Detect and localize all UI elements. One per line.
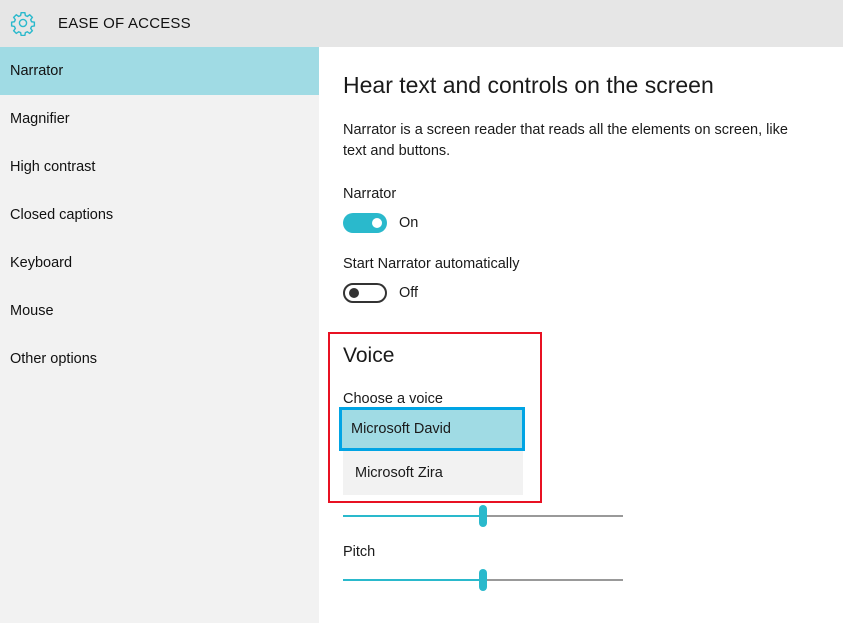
slider-track-rest: [483, 515, 623, 517]
voice-option-david[interactable]: Microsoft David: [339, 407, 525, 451]
choose-voice-label: Choose a voice: [343, 391, 443, 407]
sidebar-item-narrator[interactable]: Narrator: [0, 47, 319, 95]
sidebar-item-magnifier[interactable]: Magnifier: [0, 95, 319, 143]
page-title: Hear text and controls on the screen: [343, 72, 714, 98]
sidebar-item-keyboard[interactable]: Keyboard: [0, 239, 319, 287]
voice-dropdown-list: Microsoft David Microsoft Zira: [339, 407, 525, 495]
gear-icon: [10, 12, 36, 36]
slider-thumb[interactable]: [479, 569, 487, 591]
slider-track-fill: [343, 579, 483, 581]
sidebar-item-mouse[interactable]: Mouse: [0, 287, 319, 335]
voice-option-zira[interactable]: Microsoft Zira: [343, 451, 523, 495]
start-auto-toggle[interactable]: [343, 283, 387, 303]
slider-thumb[interactable]: [479, 505, 487, 527]
pitch-label: Pitch: [343, 544, 376, 560]
sidebar-item-high-contrast[interactable]: High contrast: [0, 143, 319, 191]
sidebar: Narrator Magnifier High contrast Closed …: [0, 47, 319, 623]
sidebar-item-closed-captions[interactable]: Closed captions: [0, 191, 319, 239]
toggle-knob: [349, 288, 359, 298]
narrator-state: On: [399, 215, 419, 231]
start-auto-state: Off: [399, 285, 419, 301]
slider-track-fill: [343, 515, 483, 517]
app-title: EASE OF ACCESS: [58, 15, 191, 32]
speed-slider[interactable]: [343, 504, 623, 528]
narrator-label: Narrator: [343, 186, 397, 202]
voice-heading: Voice: [343, 344, 395, 367]
page-description: Narrator is a screen reader that reads a…: [343, 122, 788, 159]
narrator-toggle[interactable]: [343, 213, 387, 233]
toggle-knob: [372, 218, 382, 228]
main-content: Hear text and controls on the screen Nar…: [319, 47, 843, 623]
title-bar: EASE OF ACCESS: [0, 0, 843, 47]
slider-track-rest: [483, 579, 623, 581]
pitch-slider[interactable]: [343, 568, 623, 592]
sidebar-item-other-options[interactable]: Other options: [0, 335, 319, 383]
start-auto-label: Start Narrator automatically: [343, 256, 520, 272]
